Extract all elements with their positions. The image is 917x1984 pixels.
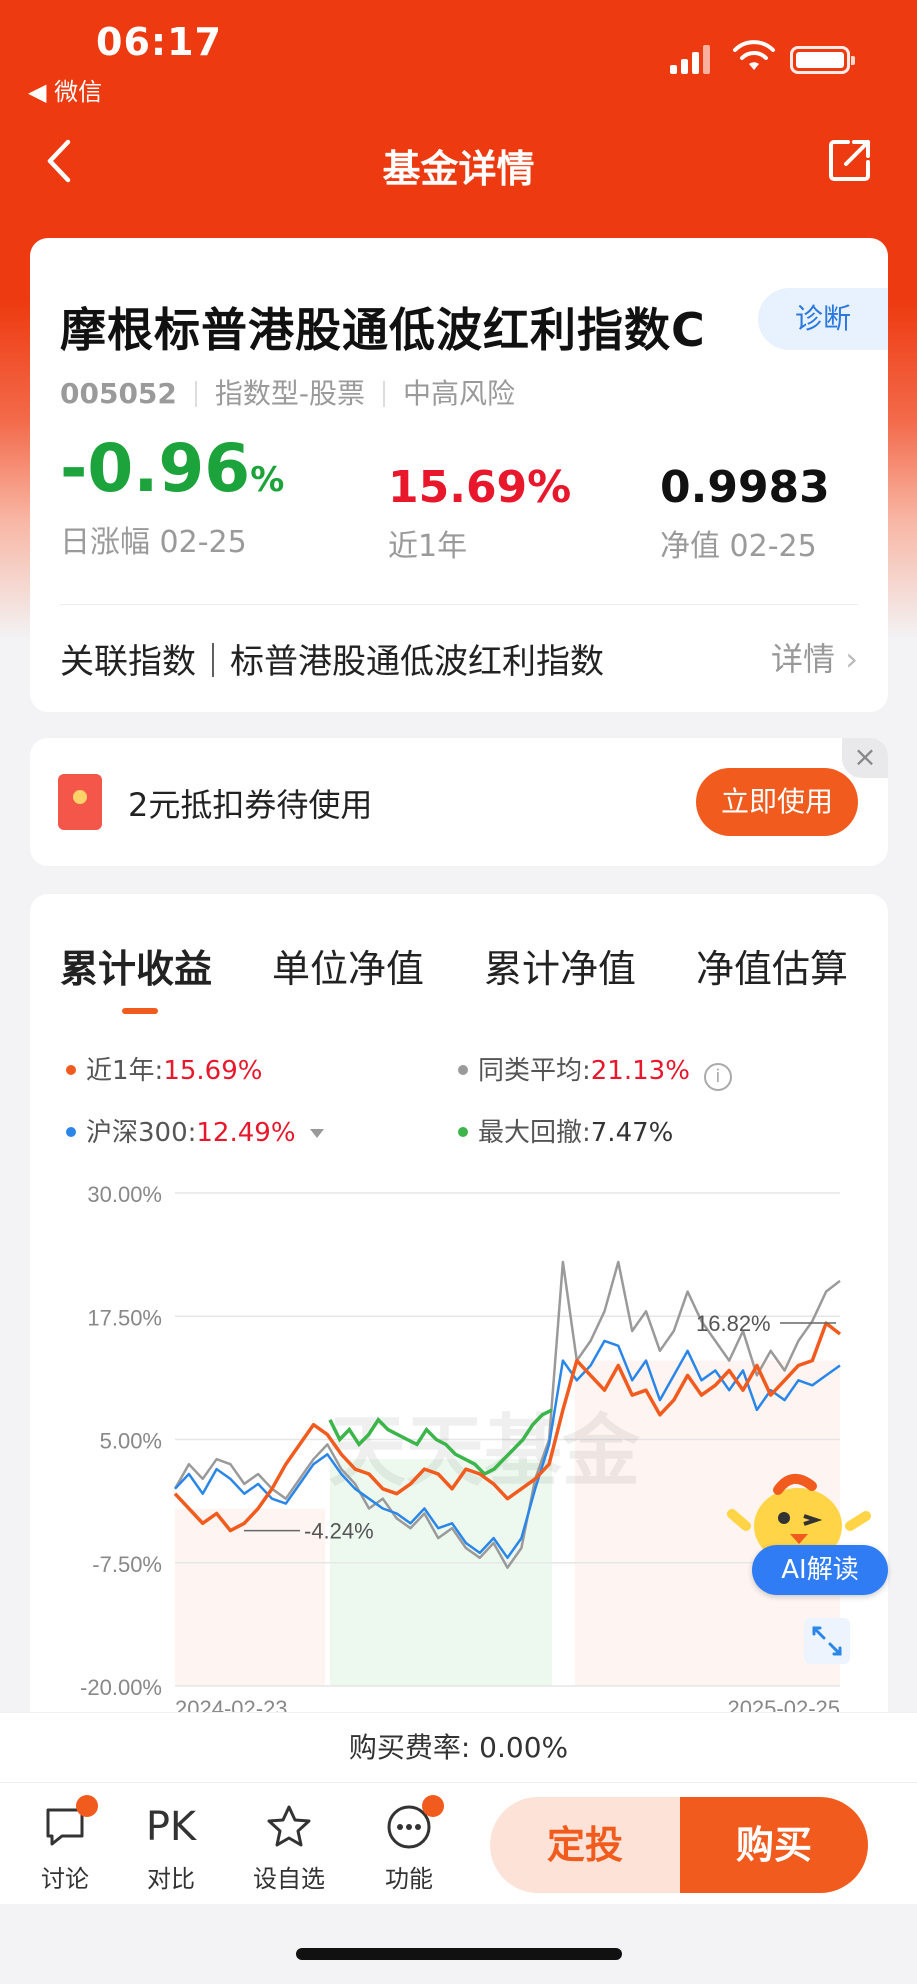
auto-invest-button[interactable]: 定投 [490,1797,680,1893]
x-tick-label: 2025-02-25 [727,1696,840,1712]
add-watchlist-button[interactable]: 设自选 [244,1799,334,1894]
y-tick-label: 5.00% [100,1429,162,1454]
notification-badge [76,1795,98,1817]
compare-button[interactable]: PK 对比 [126,1799,216,1894]
bottom-action-bar: 讨论 PK 对比 设自选 功能 定投 购买 [0,1782,917,1904]
expand-icon[interactable] [804,1618,850,1664]
notification-badge [422,1795,444,1817]
shade-area [175,1508,325,1686]
y-tick-label: 30.00% [87,1182,162,1207]
annotation-max: 16.82% [696,1311,771,1336]
y-tick-label: 17.50% [87,1305,162,1330]
pk-icon: PK [145,1804,197,1850]
x-tick-label: 2024-02-23 [175,1696,288,1712]
more-functions-button[interactable]: 功能 [364,1795,454,1894]
purchase-fee-bar: 购买费率: 0.00% [0,1712,917,1782]
y-tick-label: -7.50% [92,1552,162,1577]
ai-analysis-button[interactable]: AI解读 [752,1545,888,1595]
home-indicator [296,1948,622,1960]
y-tick-label: -20.00% [80,1675,162,1700]
watermark-text: 天天基金 [328,1407,641,1497]
discuss-button[interactable]: 讨论 [20,1795,110,1894]
annotation-min: -4.24% [304,1519,374,1544]
star-icon [267,1805,311,1847]
buy-button[interactable]: 购买 [680,1797,868,1893]
